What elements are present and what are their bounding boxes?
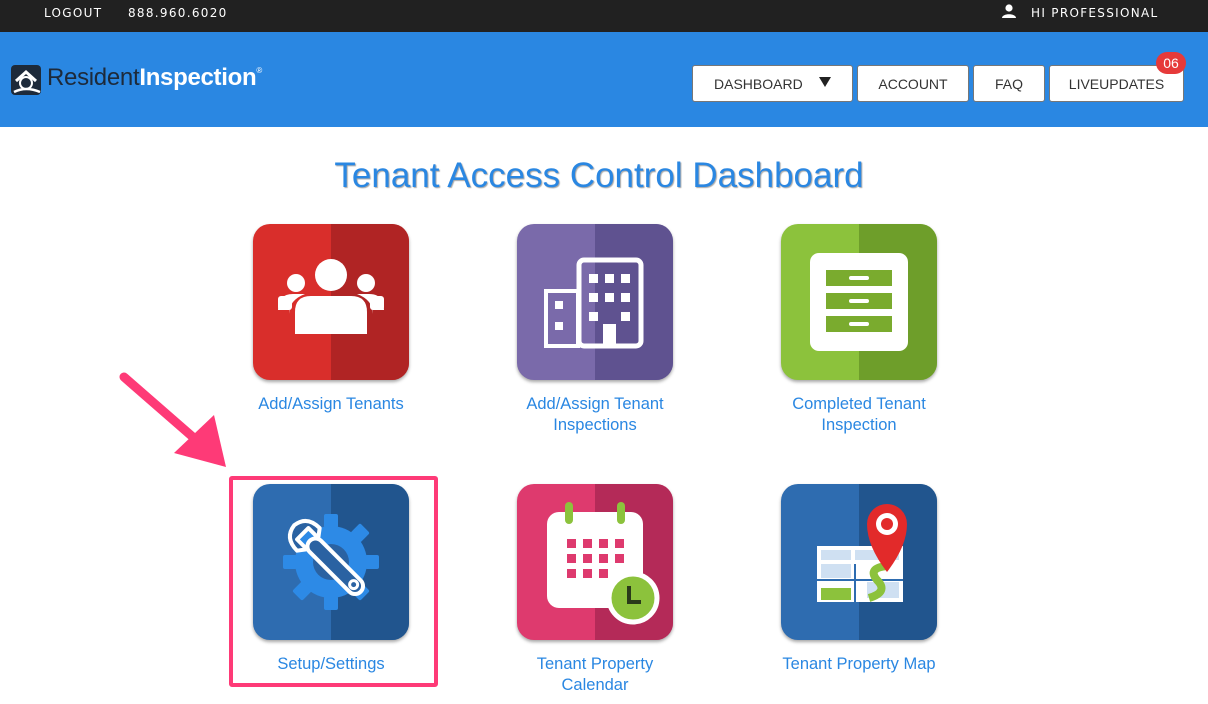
logo-house-icon [11,65,41,95]
liveupdates-badge: 06 [1156,52,1186,74]
caret-down-icon [819,77,831,87]
logout-link[interactable]: LOGOUT [44,6,102,20]
user-icon [1001,3,1017,22]
people-group-icon [278,259,384,334]
page-title: Tenant Access Control Dashboard [334,156,864,195]
dashboard-menu-button[interactable]: DASHBOARD [692,65,853,102]
phone-number[interactable]: 888.960.6020 [128,6,228,20]
completed-tenant-inspection-link[interactable]: Completed Tenant Inspection [749,394,969,436]
highlight-box [229,476,438,687]
file-cabinet-icon [810,253,908,351]
user-greeting[interactable]: HI PROFESSIONAL [1031,6,1158,20]
add-assign-tenant-inspections-link[interactable]: Add/Assign Tenant Inspections [485,394,705,436]
logo-text: ResidentInspection® [47,64,262,91]
account-button[interactable]: ACCOUNT [857,65,969,102]
tenant-property-calendar-tile[interactable] [517,484,673,640]
add-assign-tenants-link[interactable]: Add/Assign Tenants [221,394,441,415]
pointer-arrow-icon [119,372,226,467]
faq-button[interactable]: FAQ [973,65,1045,102]
map-pin-icon [817,504,907,602]
tenant-property-map-tile[interactable] [781,484,937,640]
tenant-property-map-link[interactable]: Tenant Property Map [749,654,969,675]
calendar-clock-icon [547,502,660,625]
building-icon [544,257,644,349]
top-bar: LOGOUT 888.960.6020 HI PROFESSIONAL [0,0,1208,32]
site-header: ResidentInspection® DASHBOARD ACCOUNT FA… [0,32,1208,127]
completed-tenant-inspection-tile[interactable] [781,224,937,380]
add-assign-tenant-inspections-tile[interactable] [517,224,673,380]
add-assign-tenants-tile[interactable] [253,224,409,380]
tenant-property-calendar-link[interactable]: Tenant Property Calendar [485,654,705,696]
